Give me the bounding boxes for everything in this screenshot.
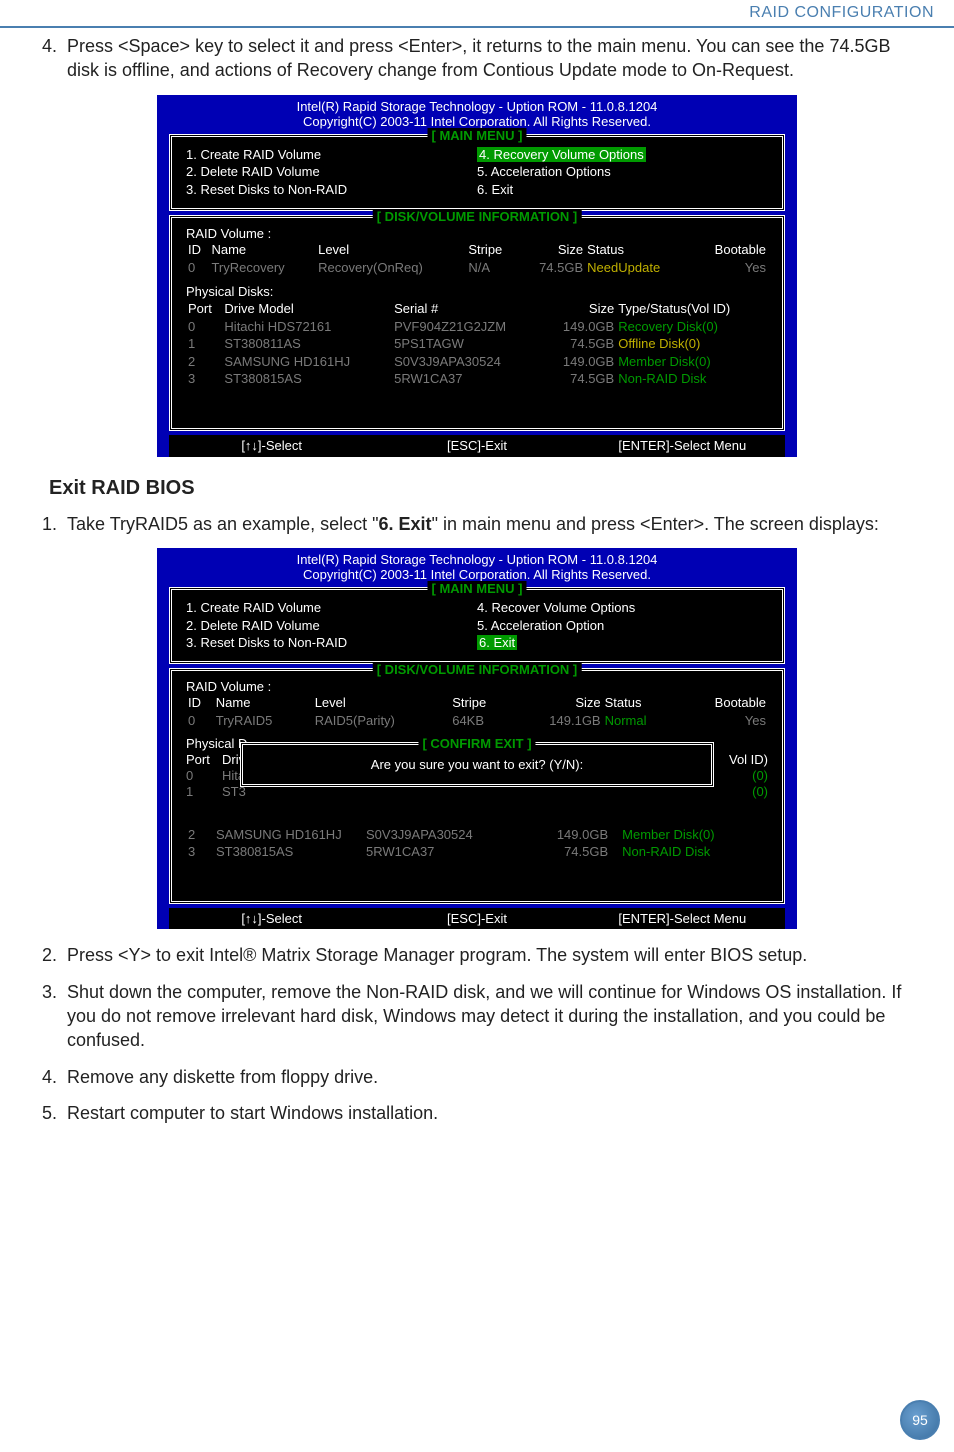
footer-esc: [ESC]-Exit — [374, 438, 579, 454]
main-menu-title: [ MAIN MENU ] — [428, 581, 527, 597]
bios-screenshot-2: Intel(R) Rapid Storage Technology - Upti… — [157, 548, 797, 930]
bios-footer: [↑↓]-Select [ESC]-Exit [ENTER]-Select Me… — [169, 435, 785, 457]
table-header-row: ID Name Level Stripe Size Status Bootabl… — [186, 694, 768, 712]
table-row: 0 TryRecovery Recovery(OnReq) N/A 74.5GB… — [186, 259, 768, 277]
menu-item: 6. Exit — [477, 182, 768, 198]
header-title: RAID CONFIGURATION — [749, 4, 934, 21]
footer-enter: [ENTER]-Select Menu — [580, 911, 785, 927]
bios-footer: [↑↓]-Select [ESC]-Exit [ENTER]-Select Me… — [169, 908, 785, 930]
phys-label-frag: Physical D — [186, 736, 247, 752]
disk-info-title: [ DISK/VOLUME INFORMATION ] — [373, 209, 582, 225]
main-menu-panel: [ MAIN MENU ] 1. Create RAID Volume 2. D… — [169, 134, 785, 211]
frag-volid: Vol ID) — [729, 752, 768, 768]
main-menu-panel: [ MAIN MENU ] 1. Create RAID Volume 2. D… — [169, 587, 785, 664]
table-row: 2 SAMSUNG HD161HJ S0V3J9APA30524 149.0GB… — [186, 353, 768, 371]
step-text: Press <Space> key to select it and press… — [63, 34, 919, 83]
table-row: 3 ST380815AS 5RW1CA37 74.5GB Non-RAID Di… — [186, 843, 768, 861]
menu-item: 5. Acceleration Options — [477, 164, 768, 180]
menu-right: 4. Recovery Volume Options 5. Accelerati… — [477, 145, 768, 200]
confirm-exit-dialog: [ CONFIRM EXIT ] Are you sure you want t… — [240, 742, 714, 788]
menu-item: 3. Reset Disks to Non-RAID — [186, 635, 477, 651]
footer-esc: [ESC]-Exit — [374, 911, 579, 927]
main-menu-title: [ MAIN MENU ] — [428, 128, 527, 144]
col-bootable: Bootable — [692, 241, 768, 259]
raid-volume-label: RAID Volume : — [186, 679, 768, 695]
footer-enter: [ENTER]-Select Menu — [580, 438, 785, 454]
page-number-badge: 95 — [900, 1400, 940, 1440]
col-stripe: Stripe — [466, 241, 518, 259]
page-header: RAID CONFIGURATION — [0, 0, 954, 28]
col-id: ID — [186, 241, 209, 259]
content: 4. Press <Space> key to select it and pr… — [0, 28, 954, 1125]
menu-item: 2. Delete RAID Volume — [186, 164, 477, 180]
physical-disks-label: Physical Disks: — [186, 284, 768, 300]
table-row: 0 Hitachi HDS72161 PVF904Z21G2JZM 149.0G… — [186, 318, 768, 336]
disk-info-panel: [ DISK/VOLUME INFORMATION ] RAID Volume … — [169, 215, 785, 431]
footer-select: [↑↓]-Select — [169, 438, 374, 454]
step-num: 4. — [35, 34, 63, 83]
table-row: 2 SAMSUNG HD161HJ S0V3J9APA30524 149.0GB… — [186, 826, 768, 844]
volume-table: ID Name Level Stripe Size Status Bootabl… — [186, 241, 768, 276]
step: 4. Remove any diskette from floppy drive… — [35, 1065, 919, 1089]
volume-table: ID Name Level Stripe Size Status Bootabl… — [186, 694, 768, 729]
confirm-text: Are you sure you want to exit? (Y/N): — [251, 757, 703, 773]
step-text: Take TryRAID5 as an example, select "6. … — [63, 512, 919, 536]
col-size: Size — [519, 241, 585, 259]
bios-title-line1: Intel(R) Rapid Storage Technology - Upti… — [157, 99, 797, 115]
menu-left: 1. Create RAID Volume 2. Delete RAID Vol… — [186, 145, 477, 200]
table-row: 3 ST380815AS 5RW1CA37 74.5GB Non-RAID Di… — [186, 370, 768, 388]
col-name: Name — [209, 241, 316, 259]
physical-table: Port Drive Model Serial # Size Type/Stat… — [186, 300, 768, 388]
disk-info-panel: [ DISK/VOLUME INFORMATION ] RAID Volume … — [169, 668, 785, 904]
menu-right: 4. Recover Volume Options 5. Acceleratio… — [477, 598, 768, 653]
menu-item: 2. Delete RAID Volume — [186, 618, 477, 634]
step: 2. Press <Y> to exit Intel® Matrix Stora… — [35, 943, 919, 967]
step: 3. Shut down the computer, remove the No… — [35, 980, 919, 1053]
menu-item: 4. Recover Volume Options — [477, 600, 768, 616]
step-4: 4. Press <Space> key to select it and pr… — [35, 34, 919, 83]
bios-title-line1: Intel(R) Rapid Storage Technology - Upti… — [157, 552, 797, 568]
col-status: Status — [585, 241, 691, 259]
footer-select: [↑↓]-Select — [169, 911, 374, 927]
exit-step-1: 1. Take TryRAID5 as an example, select "… — [35, 512, 919, 536]
menu-item: 1. Create RAID Volume — [186, 147, 477, 163]
step: 5. Restart computer to start Windows ins… — [35, 1101, 919, 1125]
table-row: 1 ST380811AS 5PS1TAGW 74.5GB Offline Dis… — [186, 335, 768, 353]
menu-left: 1. Create RAID Volume 2. Delete RAID Vol… — [186, 598, 477, 653]
menu-item: 3. Reset Disks to Non-RAID — [186, 182, 477, 198]
menu-item: 5. Acceleration Option — [477, 618, 768, 634]
menu-item-selected: 6. Exit — [477, 635, 517, 650]
step-num: 1. — [35, 512, 63, 536]
table-header-row: Port Drive Model Serial # Size Type/Stat… — [186, 300, 768, 318]
bios-screenshot-1: Intel(R) Rapid Storage Technology - Upti… — [157, 95, 797, 457]
disk-info-title: [ DISK/VOLUME INFORMATION ] — [373, 662, 582, 678]
col-level: Level — [316, 241, 466, 259]
menu-item: 1. Create RAID Volume — [186, 600, 477, 616]
table-row: 0 TryRAID5 RAID5(Parity) 64KB 149.1GB No… — [186, 712, 768, 730]
confirm-title: [ CONFIRM EXIT ] — [418, 736, 535, 752]
menu-item-selected: 4. Recovery Volume Options — [477, 147, 646, 162]
physical-table-visible: 2 SAMSUNG HD161HJ S0V3J9APA30524 149.0GB… — [186, 826, 768, 861]
table-header-row: ID Name Level Stripe Size Status Bootabl… — [186, 241, 768, 259]
exit-raid-bios-heading: Exit RAID BIOS — [49, 477, 919, 500]
page-number: 95 — [912, 1412, 928, 1428]
phys-hdr-port: Port — [186, 752, 210, 768]
raid-volume-label: RAID Volume : — [186, 226, 768, 242]
